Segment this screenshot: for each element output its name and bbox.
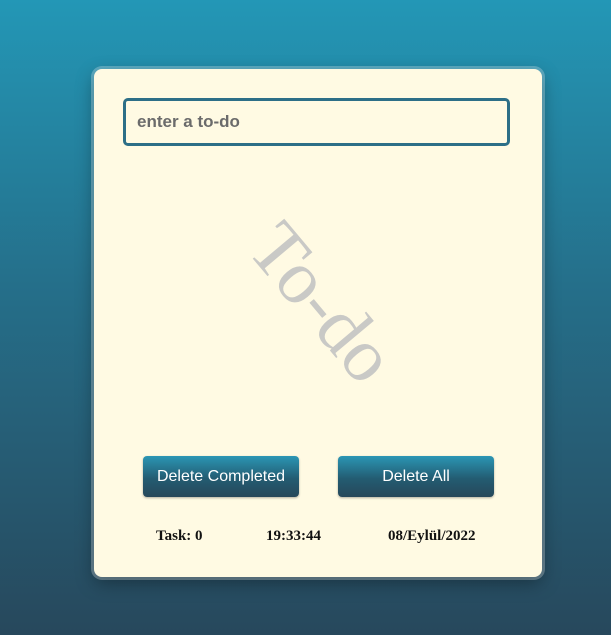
delete-completed-button[interactable]: Delete Completed	[143, 456, 299, 497]
todo-card: To-do Delete Completed Delete All Task: …	[94, 69, 542, 577]
current-date: 08/Eylül/2022	[388, 528, 476, 544]
todo-input[interactable]	[123, 98, 510, 146]
task-count: Task: 0	[156, 528, 203, 544]
clock-time: 19:33:44	[266, 528, 321, 544]
delete-all-button[interactable]: Delete All	[338, 456, 494, 497]
